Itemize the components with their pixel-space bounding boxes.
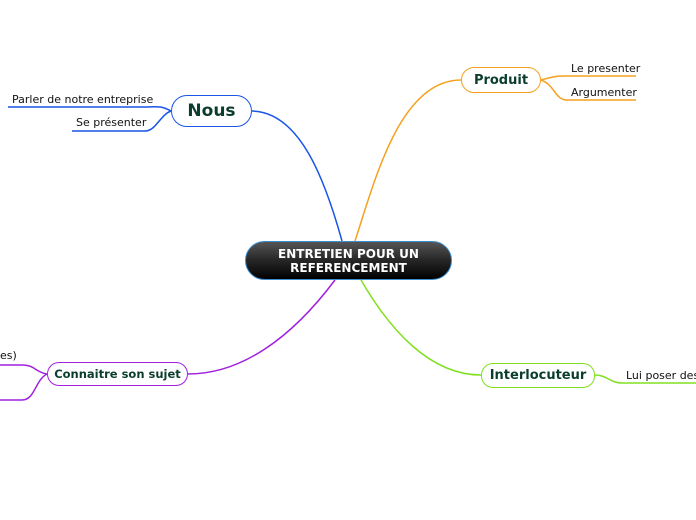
- central-topic-line2: REFERENCEMENT: [290, 260, 407, 275]
- topic-nous-label: Nous: [187, 101, 236, 121]
- topic-interlocuteur-label: Interlocuteur: [489, 368, 587, 383]
- link-produit: [354, 79, 462, 242]
- topic-interlocuteur[interactable]: Interlocuteur: [481, 363, 595, 388]
- topic-connaitre-label: Connaitre son sujet: [54, 367, 181, 381]
- subtopic-parler-entreprise[interactable]: Parler de notre entreprise: [12, 93, 153, 106]
- link-connaitre: [187, 279, 336, 375]
- link-nous: [251, 110, 343, 242]
- central-topic[interactable]: ENTRETIEN POUR UN REFERENCEMENT: [245, 241, 452, 280]
- subtopic-le-presenter[interactable]: Le presenter: [571, 62, 640, 75]
- topic-produit-label: Produit: [473, 72, 529, 88]
- link-interlocuteur: [360, 279, 482, 376]
- subtopic-se-presenter[interactable]: Se présenter: [76, 116, 146, 129]
- topic-nous[interactable]: Nous: [171, 95, 252, 127]
- subtopic-lui-poser-des[interactable]: Lui poser des: [626, 369, 696, 382]
- topic-connaitre-son-sujet[interactable]: Connaitre son sujet: [47, 362, 188, 386]
- subtopic-argumenter[interactable]: Argumenter: [571, 86, 637, 99]
- topic-produit[interactable]: Produit: [461, 67, 541, 93]
- central-topic-line1: ENTRETIEN POUR UN: [278, 246, 419, 261]
- subtopic-connaitre-1[interactable]: es): [0, 349, 17, 362]
